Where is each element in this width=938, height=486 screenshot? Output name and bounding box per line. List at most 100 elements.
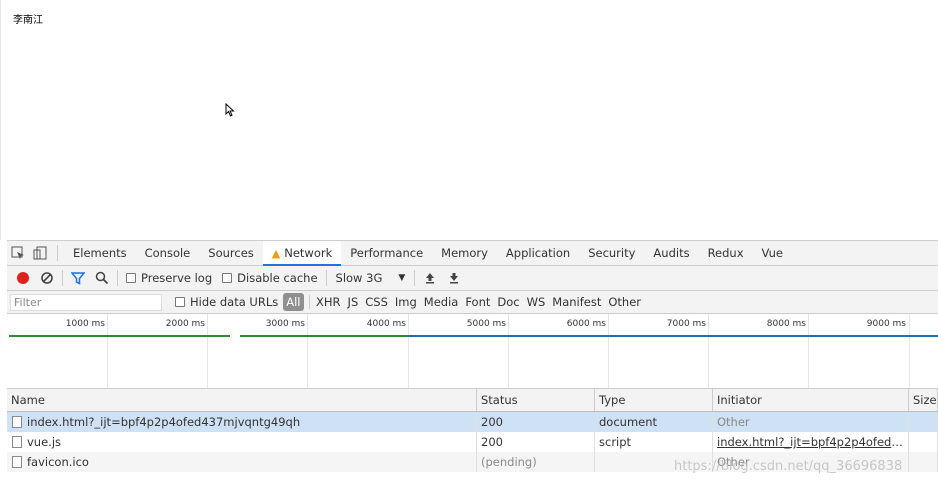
row-name: index.html?_ijt=bpf4p2p4ofed437mjvqntg49… [27,415,301,429]
overview-gridline [708,314,709,388]
page-viewport: 李南江 [0,0,938,240]
mouse-cursor-icon [225,103,235,117]
hide-data-urls-label: Hide data URLs [190,295,279,309]
search-button[interactable] [90,266,114,290]
row-name-cell: favicon.ico [7,452,477,472]
disable-cache-label: Disable cache [237,271,318,285]
disable-cache-checkbox[interactable]: Disable cache [217,271,322,285]
filter-bar: Hide data URLs All XHR JS CSS Img Media … [7,291,938,314]
overview-gridline [508,314,509,388]
tab-security[interactable]: Security [579,241,644,266]
filter-type-js[interactable]: JS [344,295,362,309]
export-har-button[interactable] [442,266,466,290]
tab-sources[interactable]: Sources [199,241,263,266]
tab-audits[interactable]: Audits [644,241,698,266]
filter-type-ws[interactable]: WS [523,295,549,309]
search-icon [95,271,109,285]
preserve-log-checkbox[interactable]: Preserve log [121,271,217,285]
filter-type-font[interactable]: Font [462,295,494,309]
checkbox-box [126,273,136,283]
import-har-button[interactable] [418,266,442,290]
overview-tick: 2000 ms [165,319,205,329]
overview-bar-script-waiting [240,335,407,337]
table-row[interactable]: index.html?_ijt=bpf4p2p4ofed437mjvqntg49… [7,412,938,432]
filter-type-xhr[interactable]: XHR [313,295,345,309]
record-icon [17,272,29,284]
filter-type-doc[interactable]: Doc [494,295,523,309]
devtools-panel: Elements Console Sources ▲ Network Perfor… [7,240,938,486]
file-icon [12,436,22,448]
overview-gridline [307,314,308,388]
warning-icon: ▲ [271,246,281,260]
tab-vue[interactable]: Vue [753,241,792,266]
row-status: (pending) [477,452,595,472]
column-header-size[interactable]: Size [909,389,938,411]
record-button[interactable] [11,266,35,290]
row-name: favicon.ico [27,455,89,469]
file-icon [12,416,22,428]
filter-type-all[interactable]: All [283,293,304,311]
row-initiator: Other [713,412,909,432]
overview-tick: 3000 ms [265,319,305,329]
overview-tick: 6000 ms [566,319,606,329]
overview-tick: 8000 ms [766,319,806,329]
overview-gridline [909,314,910,388]
overview-gridline [207,314,208,388]
column-header-name[interactable]: Name [7,389,477,411]
column-header-status[interactable]: Status [477,389,595,411]
network-overview[interactable]: 1000 ms 2000 ms 3000 ms 4000 ms 5000 ms … [7,314,938,389]
overview-tick: 1000 ms [65,319,105,329]
tab-application[interactable]: Application [497,241,579,266]
table-header: Name Status Type Initiator Size [7,389,938,412]
device-toolbar-icon[interactable] [29,242,51,264]
overview-gridline [408,314,409,388]
filter-type-manifest[interactable]: Manifest [549,295,605,309]
tab-network[interactable]: ▲ Network [262,240,342,266]
tab-console[interactable]: Console [136,241,200,266]
checkbox-box [175,297,185,307]
toolbar-divider [62,270,63,286]
filter-type-media[interactable]: Media [420,295,462,309]
watermark-text: https://blog.csdn.net/qq_36696838 [674,459,903,474]
row-status: 200 [477,432,595,452]
filter-input[interactable] [10,293,162,311]
overview-gridline [107,314,108,388]
tab-network-label: Network [284,245,333,260]
clear-button[interactable] [35,266,59,290]
row-size [909,432,938,452]
inspect-element-icon[interactable] [7,242,29,264]
filter-type-other[interactable]: Other [605,295,645,309]
tabbar-divider [57,245,58,261]
tab-redux[interactable]: Redux [699,241,753,266]
overview-gridline [608,314,609,388]
overview-bar-document [9,335,230,337]
filter-type-css[interactable]: CSS [362,295,392,309]
devtools-tabbar: Elements Console Sources ▲ Network Perfor… [7,240,938,266]
column-header-initiator[interactable]: Initiator [713,389,909,411]
tab-memory[interactable]: Memory [432,241,497,266]
overview-gridline [808,314,809,388]
throttling-select[interactable]: Slow 3G ▼ [330,271,412,285]
toolbar-divider [117,270,118,286]
column-header-type[interactable]: Type [595,389,713,411]
row-initiator-link[interactable]: index.html?_ijt=bpf4p2p4ofed437mj... [713,432,909,452]
filter-type-img[interactable]: Img [391,295,420,309]
tab-elements[interactable]: Elements [64,241,136,266]
filter-toggle-button[interactable] [66,266,90,290]
throttling-value: Slow 3G [335,271,383,285]
checkbox-box [222,273,233,283]
overview-tick: 5000 ms [466,319,506,329]
tab-performance[interactable]: Performance [341,241,432,266]
row-size [909,412,938,432]
upload-icon [426,273,435,284]
overview-tick: 9000 ms [866,319,906,329]
table-row[interactable]: vue.js 200 script index.html?_ijt=bpf4p2… [7,432,938,452]
clear-icon [41,272,53,284]
overview-tick: 7000 ms [666,319,706,329]
overview-bar-script-download [407,335,938,337]
overview-tick: 4000 ms [366,319,406,329]
toolbar-divider [325,270,327,286]
download-icon [450,273,459,284]
hide-data-urls-checkbox[interactable]: Hide data URLs [170,295,283,309]
filter-divider [308,295,310,309]
